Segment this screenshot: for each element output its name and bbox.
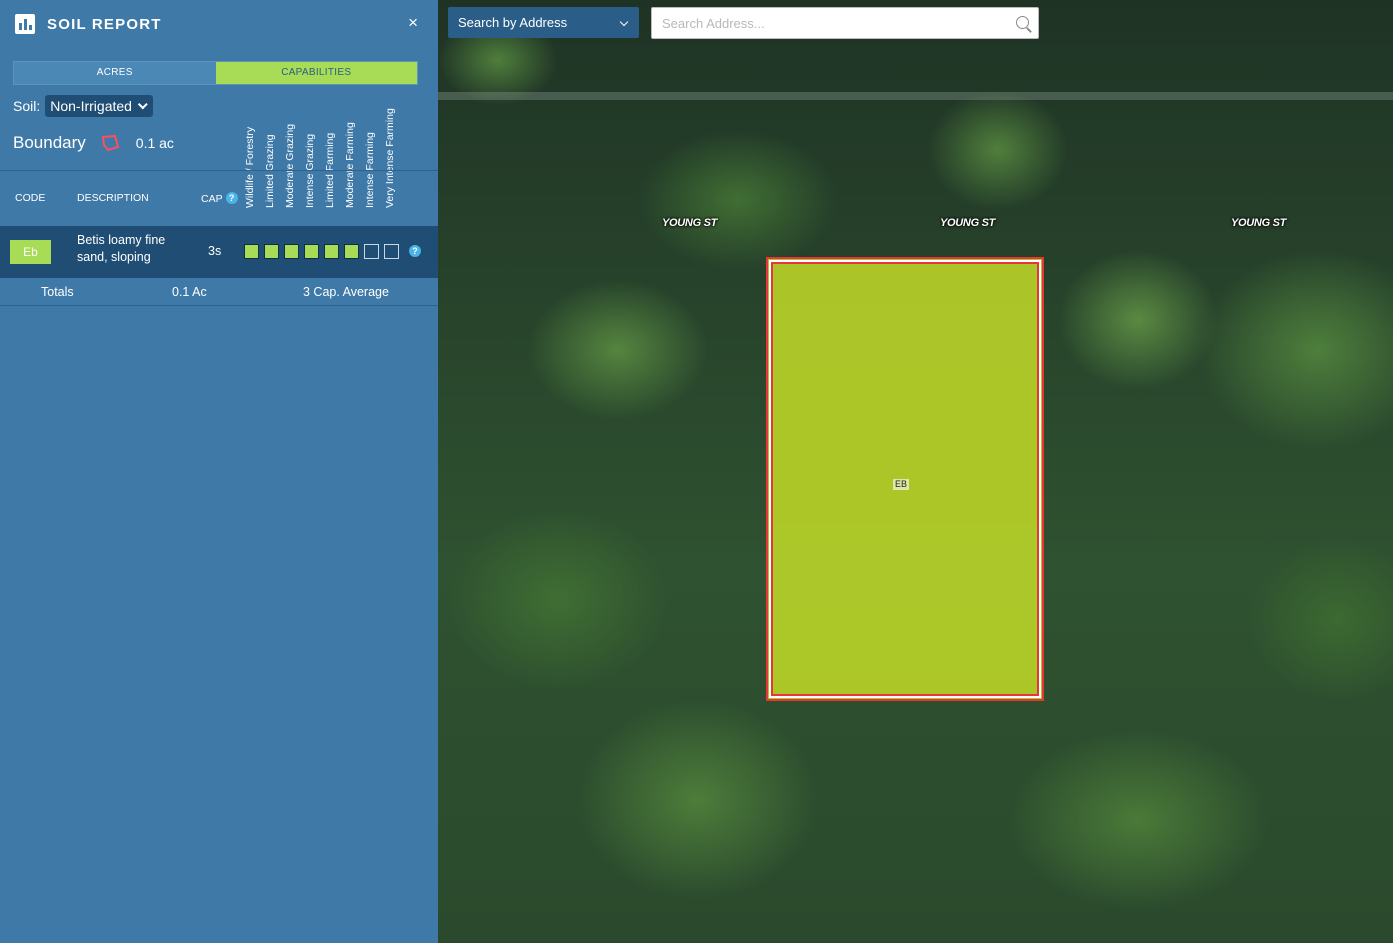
street-label: YOUNG ST	[662, 217, 718, 229]
soil-type-select[interactable]: Non-Irrigated	[45, 95, 153, 117]
capability-box	[384, 244, 399, 259]
capability-box	[284, 244, 299, 259]
search-mode-select[interactable]: Search by Address	[448, 7, 639, 38]
capability-box	[364, 244, 379, 259]
totals-acres: 0.1 Ac	[172, 285, 207, 299]
boundary-row: Boundary 0.1 ac	[13, 132, 174, 154]
street-label: YOUNG ST	[940, 217, 996, 229]
soil-report-panel: SOIL REPORT × ACRES CAPABILITIES Soil: N…	[0, 0, 438, 943]
boundary-label: Boundary	[13, 133, 86, 152]
capability-box	[244, 244, 259, 259]
table-header: CODE DESCRIPTION CAP?	[0, 188, 438, 210]
parcel-soil-label: EB	[893, 479, 910, 490]
totals-row: Totals 0.1 Ac 3 Cap. Average	[0, 279, 438, 306]
help-icon[interactable]: ?	[409, 245, 421, 257]
capability-box	[264, 244, 279, 259]
bar-chart-icon	[15, 14, 35, 34]
view-tabs: ACRES CAPABILITIES	[13, 61, 418, 85]
chevron-down-icon	[137, 98, 148, 109]
chevron-down-icon	[619, 17, 629, 27]
help-icon[interactable]: ?	[225, 192, 238, 204]
soil-description: Betis loamy fine sand, sloping	[77, 233, 166, 264]
search-mode-value: Search by Address	[458, 15, 568, 30]
totals-average: 3 Cap. Average	[303, 285, 389, 299]
soil-code-badge[interactable]: Eb	[10, 240, 51, 264]
panel-title: SOIL REPORT	[47, 16, 162, 33]
totals-label: Totals	[41, 285, 74, 299]
tab-capabilities[interactable]: CAPABILITIES	[215, 62, 417, 84]
soil-capability-class: 3s	[208, 244, 222, 258]
satellite-map[interactable]: YOUNG ST YOUNG ST YOUNG ST Search by Add…	[438, 0, 1393, 943]
search-icon[interactable]	[1016, 16, 1029, 29]
close-icon[interactable]: ×	[408, 13, 418, 33]
soil-type-value: Non-Irrigated	[50, 98, 132, 114]
capability-box	[344, 244, 359, 259]
capability-box	[304, 244, 319, 259]
tab-acres[interactable]: ACRES	[14, 62, 216, 84]
header-code: CODE	[15, 192, 46, 204]
parcel-boundary[interactable]: EB	[766, 257, 1044, 701]
soil-label: Soil:	[13, 98, 41, 114]
street-label: YOUNG ST	[1231, 217, 1287, 229]
table-row[interactable]: Eb Betis loamy fine sand, sloping 3s ?	[0, 226, 438, 278]
road	[438, 92, 1393, 100]
address-search-input[interactable]	[651, 7, 1039, 39]
panel-header: SOIL REPORT ×	[0, 0, 438, 50]
divider	[0, 170, 438, 171]
capability-box	[324, 244, 339, 259]
boundary-acres: 0.1 ac	[135, 135, 174, 151]
boundary-polygon-icon[interactable]	[100, 133, 120, 153]
header-description: DESCRIPTION	[77, 192, 149, 204]
soil-type-row: Soil: Non-Irrigated	[13, 95, 153, 117]
header-cap: CAP?	[201, 192, 238, 205]
capability-boxes	[244, 244, 399, 259]
